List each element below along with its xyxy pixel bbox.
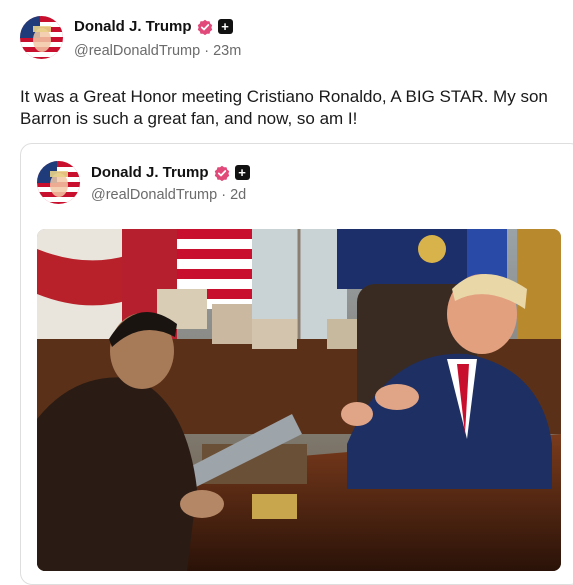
- author-meta: @realDonaldTrump · 23m: [74, 43, 242, 59]
- author-avatar[interactable]: [20, 16, 63, 59]
- quoted-author-handle[interactable]: @realDonaldTrump: [91, 187, 217, 203]
- quoted-author-name[interactable]: Donald J. Trump: [91, 164, 209, 181]
- author-name[interactable]: Donald J. Trump: [74, 18, 192, 35]
- author-handle[interactable]: @realDonaldTrump: [74, 43, 200, 59]
- author-name-row: Donald J. Trump +: [74, 18, 233, 35]
- plus-square-icon: +: [234, 165, 250, 180]
- post-card: Donald J. Trump + @realDonaldTrump · 23m…: [0, 0, 573, 585]
- quoted-author-name-row: Donald J. Trump +: [91, 164, 250, 181]
- post-time[interactable]: 23m: [213, 43, 241, 59]
- plus-square-icon: +: [217, 19, 233, 34]
- verified-badge-icon: [197, 19, 212, 35]
- post-photo[interactable]: [37, 229, 561, 571]
- post-text: It was a Great Honor meeting Cristiano R…: [20, 87, 548, 128]
- quoted-post-time[interactable]: 2d: [230, 187, 246, 203]
- verified-badge-icon: [214, 165, 229, 181]
- quoted-author-avatar[interactable]: [37, 161, 80, 204]
- quoted-author-meta: @realDonaldTrump · 2d: [91, 187, 247, 203]
